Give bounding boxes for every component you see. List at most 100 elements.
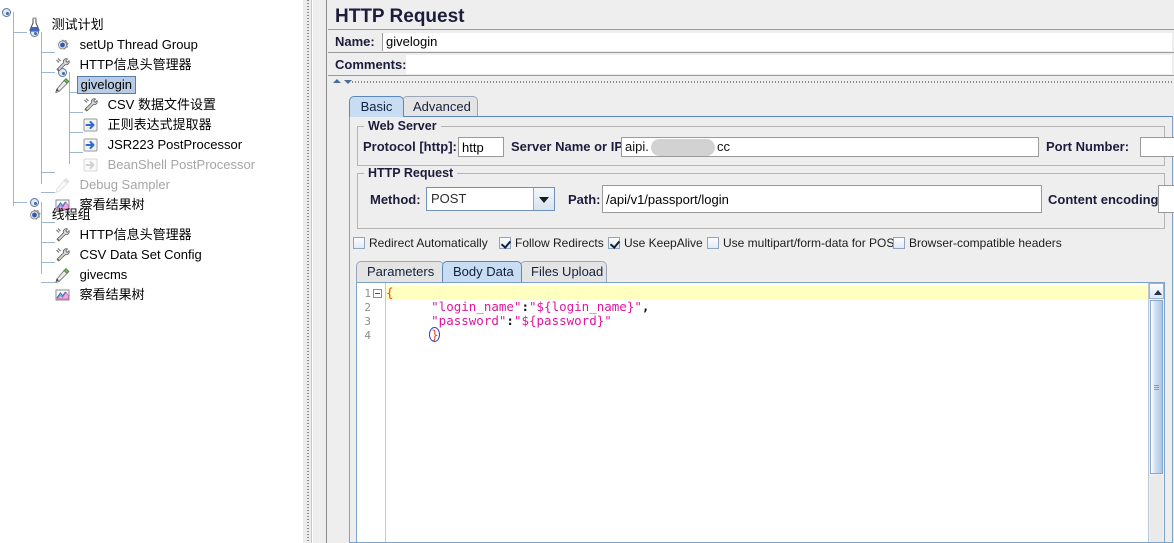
http-sampler-icon <box>54 267 71 283</box>
divider-grip <box>307 0 309 543</box>
scrollbar-track[interactable] <box>1150 475 1163 542</box>
option-use-multipart[interactable]: Use multipart/form-data for POST <box>707 236 902 250</box>
checkbox-follow-redirects[interactable] <box>499 237 511 249</box>
tree-connector <box>41 192 55 193</box>
protocol-input[interactable] <box>458 137 504 157</box>
tree-item-label: givelogin <box>76 75 136 94</box>
line-number: 2 <box>364 301 371 314</box>
code-line-4: } <box>386 327 1164 342</box>
tab-parameters[interactable]: Parameters <box>356 261 444 282</box>
option-use-keepalive[interactable]: Use KeepAlive <box>608 236 703 250</box>
server-name-prefix: aipi. <box>625 139 649 154</box>
collapse-splitter[interactable] <box>328 77 1174 86</box>
comments-input[interactable] <box>406 55 1172 74</box>
tree-item-setup-thread-group[interactable]: setUp Thread Group <box>54 34 200 54</box>
checkbox-use-keepalive[interactable] <box>608 237 620 249</box>
tree-item-debug-sampler[interactable]: Debug Sampler <box>54 174 172 194</box>
tree-item-label: CSV 数据文件设置 <box>107 96 216 112</box>
checkbox-browser-compatible-headers[interactable] <box>893 237 905 249</box>
code-token-open-brace: { <box>386 285 394 300</box>
port-number-input[interactable] <box>1140 137 1174 157</box>
editor-code-area[interactable]: { "login_name":"${login_name}", "passwor… <box>386 283 1164 542</box>
tree-item-header-manager-1[interactable]: HTTP信息头管理器 <box>54 54 194 74</box>
tree-connector <box>41 32 42 184</box>
editor-inner: HTTP Request Name: Comments: Basic Advan… <box>326 0 1174 543</box>
tree-item-regex-extractor[interactable]: 正则表达式提取器 <box>82 114 214 134</box>
splitter-dots <box>352 81 1174 83</box>
tree-connector <box>41 172 55 173</box>
tree-item-label: 察看结果树 <box>79 286 145 302</box>
content-encoding-input[interactable] <box>1158 185 1174 213</box>
server-name-suffix: cc <box>717 139 730 154</box>
tab-body-data[interactable]: Body Data <box>442 261 522 282</box>
main-tabstrip[interactable]: Basic Advanced <box>349 96 749 118</box>
tree-item-view-results-tree-2[interactable]: 察看结果树 <box>54 284 147 304</box>
tree-item-csv-data-set-config[interactable]: CSV Data Set Config <box>54 244 204 264</box>
fold-toggle-icon[interactable] <box>373 289 382 298</box>
tree-expander-test-plan[interactable] <box>2 8 11 17</box>
option-browser-compatible-headers[interactable]: Browser-compatible headers <box>893 236 1062 250</box>
tree-item-label: CSV Data Set Config <box>79 246 202 262</box>
view-results-tree-icon <box>54 287 71 303</box>
thread-group-icon <box>26 207 43 223</box>
tab-advanced[interactable]: Advanced <box>402 96 478 117</box>
code-token-value-login-name: "${login_name}" <box>529 299 642 314</box>
checkbox-redirect-automatically[interactable] <box>353 237 365 249</box>
http-request-editor-panel: HTTP Request Name: Comments: Basic Advan… <box>313 0 1174 543</box>
scroll-up-arrow-icon[interactable] <box>1149 283 1164 299</box>
http-sampler-icon <box>54 177 71 193</box>
method-dropdown[interactable]: POST <box>426 187 555 211</box>
tab-basic[interactable]: Basic <box>349 96 404 117</box>
option-label: Browser-compatible headers <box>909 236 1062 250</box>
option-label: Use KeepAlive <box>624 236 703 250</box>
path-input[interactable] <box>602 185 1042 213</box>
tree-item-test-plan[interactable]: 测试计划 <box>26 14 106 34</box>
content-encoding-label: Content encoding: <box>1048 192 1163 207</box>
test-plan-icon <box>26 17 43 33</box>
editor-gutter: 1 2 3 4 <box>357 283 386 542</box>
option-follow-redirects[interactable]: Follow Redirects <box>499 236 604 250</box>
option-label: Follow Redirects <box>515 236 604 250</box>
body-tabstrip[interactable]: Parameters Body Data Files Upload <box>356 261 776 283</box>
body-data-editor[interactable]: 1 2 3 4 { "login_name":"${login_name}", … <box>356 282 1165 543</box>
comments-row: Comments: <box>328 54 1174 76</box>
name-input[interactable] <box>382 33 1172 51</box>
scrollbar-thumb[interactable] <box>1150 300 1163 474</box>
tree-item-jsr223-postprocessor[interactable]: JSR223 PostProcessor <box>82 134 244 154</box>
test-plan-tree[interactable]: 测试计划 setUp Thread Group HTTP信息头管理器 givel… <box>0 0 302 543</box>
code-token-colon: : <box>521 299 529 314</box>
code-token-value-password: "${password}" <box>513 313 612 328</box>
tree-item-csv-config-1[interactable]: CSV 数据文件设置 <box>82 94 218 114</box>
server-name-input[interactable]: aipi. cc <box>621 137 1039 157</box>
option-label: Use multipart/form-data for POST <box>723 236 902 250</box>
tree-item-label: Debug Sampler <box>79 176 170 192</box>
redaction-blob <box>651 139 715 156</box>
option-label: Redirect Automatically <box>369 236 488 250</box>
csv-config-icon <box>82 97 99 113</box>
port-number-label: Port Number: <box>1046 139 1130 154</box>
comments-label: Comments: <box>335 57 407 72</box>
server-name-label: Server Name or IP: <box>511 139 628 154</box>
checkbox-use-multipart[interactable] <box>707 237 719 249</box>
tree-item-header-manager-2[interactable]: HTTP信息头管理器 <box>54 224 194 244</box>
tree-connector <box>69 132 83 133</box>
code-line-3: "password":"${password}" <box>386 314 1164 328</box>
chevron-down-icon[interactable] <box>533 188 554 210</box>
path-label: Path: <box>568 192 601 207</box>
split-pane-divider[interactable] <box>302 0 312 543</box>
tree-item-thread-group[interactable]: 线程组 <box>26 204 93 224</box>
tree-connector <box>69 152 83 153</box>
tab-files-upload[interactable]: Files Upload <box>520 261 607 282</box>
option-redirect-automatically[interactable]: Redirect Automatically <box>353 236 488 250</box>
collapse-up-icon[interactable] <box>333 79 341 83</box>
tree-item-beanshell-postprocessor[interactable]: BeanShell PostProcessor <box>82 154 257 174</box>
editor-vertical-scrollbar[interactable] <box>1148 283 1164 542</box>
code-token-key-login-name: "login_name" <box>431 299 522 314</box>
method-value: POST <box>431 191 467 206</box>
tree-item-givecms[interactable]: givecms <box>54 264 129 284</box>
csv-config-icon <box>54 247 71 263</box>
tree-item-givelogin[interactable]: givelogin <box>54 74 136 94</box>
collapse-down-icon[interactable] <box>344 80 352 84</box>
post-processor-icon <box>82 157 99 173</box>
tree-item-label: BeanShell PostProcessor <box>107 156 256 172</box>
